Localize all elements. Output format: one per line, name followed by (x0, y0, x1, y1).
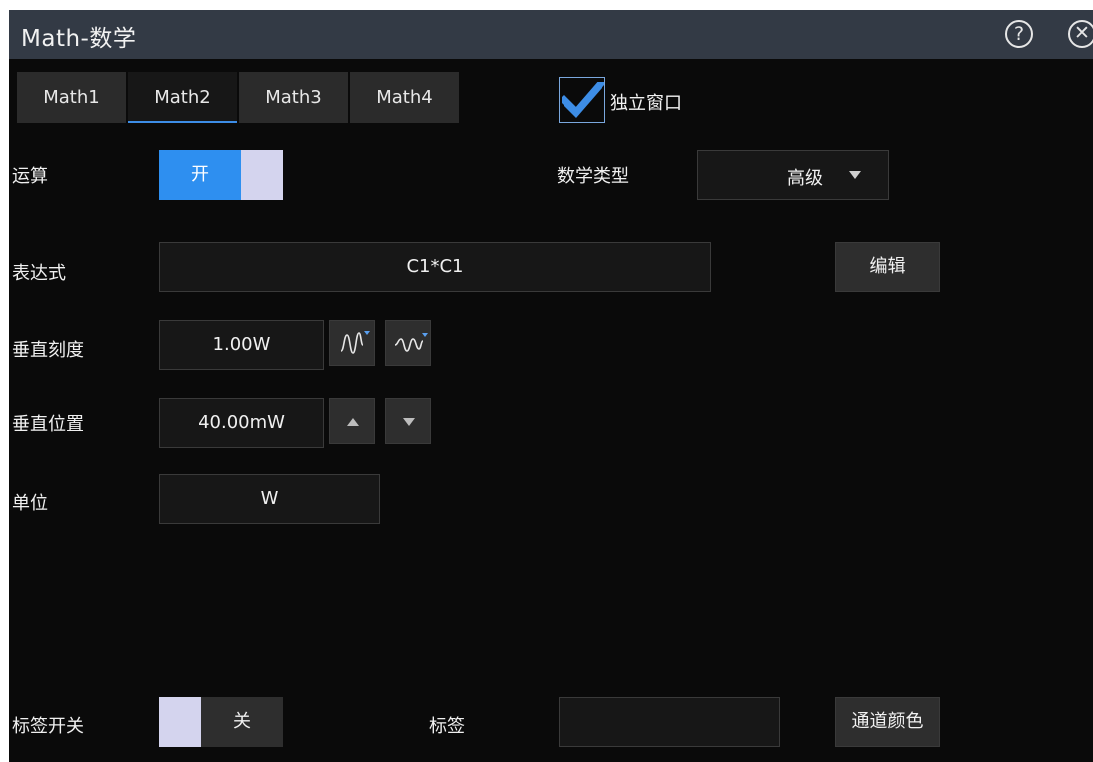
edit-button[interactable]: 编辑 (835, 242, 940, 292)
math-type-dropdown[interactable]: 高级 (697, 150, 889, 200)
fine-scale-button[interactable] (385, 320, 431, 366)
title-bar: Math-数学 ? ✕ (9, 10, 1093, 59)
vertical-scale-value: 1.00W (212, 334, 271, 355)
toggle-state-label: 开 (191, 164, 209, 185)
tab-math2[interactable]: Math2 (128, 72, 237, 123)
label-toggle[interactable]: 关 (201, 697, 283, 747)
tab-label: Math3 (265, 87, 322, 108)
math-type-label: 数学类型 (557, 166, 629, 187)
position-down-button[interactable] (385, 398, 431, 444)
math-tabs: Math1 Math2 Math3 Math4 (17, 72, 462, 123)
tab-label: Math4 (376, 87, 433, 108)
vertical-scale-input[interactable]: 1.00W (159, 320, 324, 370)
unit-input[interactable]: W (159, 474, 380, 524)
position-up-button[interactable] (329, 398, 375, 444)
operation-toggle-knob[interactable] (241, 150, 283, 200)
channel-color-label: 通道颜色 (851, 711, 924, 732)
wave-fine-icon (394, 333, 428, 352)
close-icon[interactable]: ✕ (1068, 20, 1093, 48)
label-switch-label: 标签开关 (12, 716, 84, 737)
expression-label: 表达式 (12, 263, 66, 284)
checkmark-icon (562, 82, 604, 118)
active-tab-underline (128, 121, 237, 123)
tab-label: Math2 (154, 87, 211, 108)
label-field-label: 标签 (429, 716, 465, 737)
independent-window-checkbox[interactable] (559, 77, 605, 123)
wave-coarse-icon (340, 331, 370, 354)
toggle-state-label: 关 (233, 711, 251, 732)
expression-value: C1*C1 (406, 256, 464, 277)
label-toggle-knob[interactable] (159, 697, 201, 747)
triangle-down-icon (403, 418, 415, 426)
tab-math1[interactable]: Math1 (17, 72, 126, 123)
independent-window-label: 独立窗口 (610, 93, 682, 114)
expression-input[interactable]: C1*C1 (159, 242, 711, 292)
help-icon[interactable]: ? (1005, 20, 1033, 48)
chevron-down-icon (849, 171, 861, 179)
tab-label: Math1 (43, 87, 100, 108)
vertical-position-value: 40.00mW (198, 412, 285, 433)
math-type-value: 高级 (787, 168, 823, 189)
vertical-scale-label: 垂直刻度 (12, 340, 84, 361)
dialog-title: Math-数学 (21, 26, 137, 52)
operation-toggle[interactable]: 开 (159, 150, 241, 200)
tab-math4[interactable]: Math4 (350, 72, 459, 123)
math-dialog: Math-数学 ? ✕ Math1 Math2 Math3 Math4 独立窗口… (9, 10, 1093, 762)
coarse-scale-button[interactable] (329, 320, 375, 366)
edit-button-label: 编辑 (869, 256, 906, 277)
channel-color-button[interactable]: 通道颜色 (835, 697, 940, 747)
unit-value: W (260, 488, 279, 509)
operation-label: 运算 (12, 166, 48, 187)
label-input[interactable] (559, 697, 780, 747)
unit-label: 单位 (12, 493, 48, 514)
triangle-up-icon (347, 418, 359, 426)
tab-math3[interactable]: Math3 (239, 72, 348, 123)
vertical-position-input[interactable]: 40.00mW (159, 398, 324, 448)
vertical-position-label: 垂直位置 (12, 414, 84, 435)
